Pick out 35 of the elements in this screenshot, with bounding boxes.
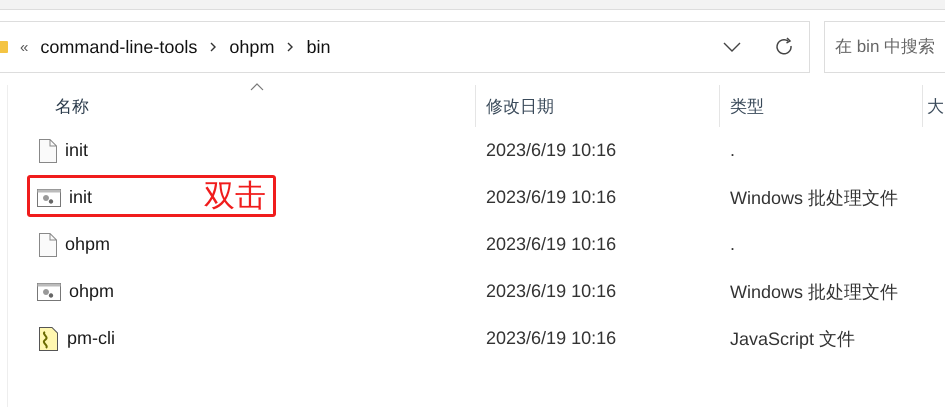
modified-date: 2023/6/19 10:16 xyxy=(485,140,618,161)
file-icon xyxy=(37,138,57,162)
chevron-right-icon xyxy=(209,41,218,53)
column-header[interactable]: 类型 xyxy=(730,94,764,118)
annotation-text: 双击 xyxy=(204,178,266,214)
breadcrumb[interactable]: command-line-tools xyxy=(40,36,198,58)
modified-date: 2023/6/19 10:16 xyxy=(485,234,618,255)
gear-window-icon xyxy=(37,282,61,300)
file-name[interactable]: init xyxy=(69,187,92,208)
column-header[interactable]: 修改日期 xyxy=(486,94,554,118)
file-type: Windows 批处理文件 xyxy=(729,186,900,210)
folder-icon xyxy=(0,40,8,54)
file-type: JavaScript 文件 xyxy=(729,328,856,350)
gear-window-icon xyxy=(37,188,61,206)
breadcrumb[interactable]: bin xyxy=(306,36,330,58)
file-type: . xyxy=(729,140,736,161)
breadcrumb[interactable]: ohpm xyxy=(229,36,274,58)
file-name[interactable]: ohpm xyxy=(69,281,114,302)
column-header[interactable]: 大 xyxy=(927,94,944,118)
modified-date: 2023/6/19 10:16 xyxy=(485,281,618,302)
file-name[interactable]: init xyxy=(65,140,88,161)
modified-date: 2023/6/19 10:16 xyxy=(485,328,618,349)
column-header[interactable]: 名称 xyxy=(55,94,89,118)
file-name[interactable]: pm-cli xyxy=(67,328,115,349)
address-bar[interactable]: « command-line-tools ohpm bin xyxy=(0,21,810,73)
file-type: Windows 批处理文件 xyxy=(729,280,900,304)
dropdown-chevron-icon[interactable] xyxy=(723,42,741,52)
script-icon xyxy=(37,326,59,350)
file-icon xyxy=(37,232,57,256)
search-field[interactable]: 在 bin 中搜索 xyxy=(824,21,945,73)
file-type: . xyxy=(729,234,736,255)
modified-date: 2023/6/19 10:16 xyxy=(485,187,618,208)
chevron-right-icon xyxy=(286,41,294,53)
file-name[interactable]: ohpm xyxy=(65,234,110,255)
overflow-chevron[interactable]: « xyxy=(20,38,28,56)
